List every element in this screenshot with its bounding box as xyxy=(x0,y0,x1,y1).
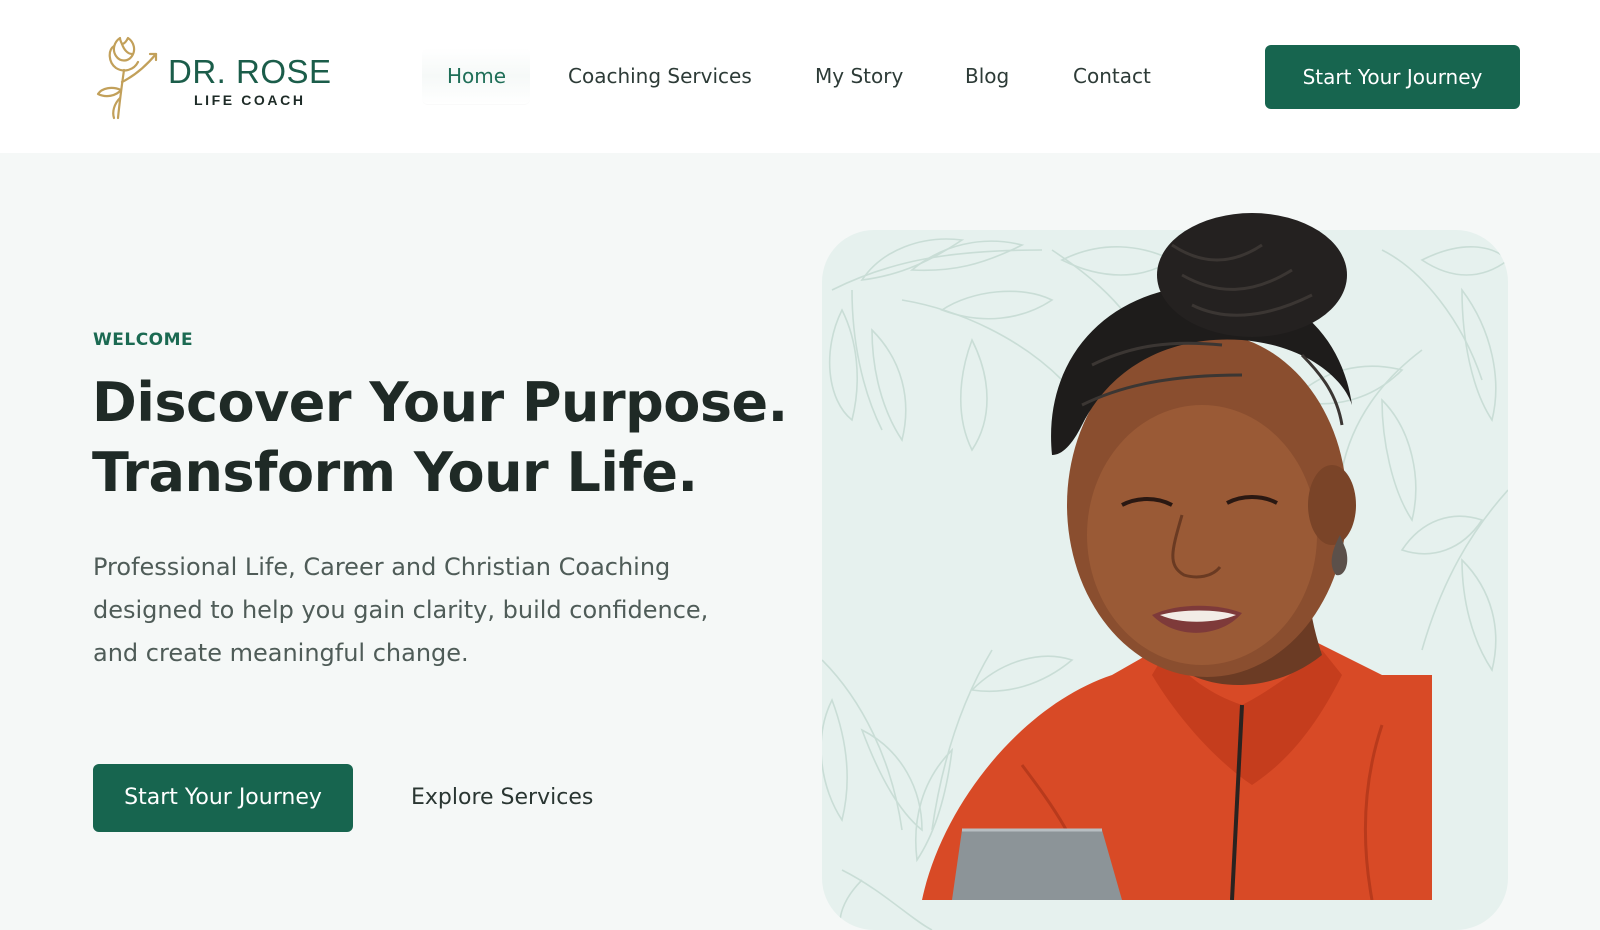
nav-item-my-story[interactable]: My Story xyxy=(815,48,903,104)
hero-headline-line1: Discover Your Purpose. xyxy=(92,371,788,434)
explore-services-link[interactable]: Explore Services xyxy=(411,764,593,832)
portrait-photo xyxy=(922,213,1432,900)
nav-item-coaching-services[interactable]: Coaching Services xyxy=(568,48,752,104)
hero-headline-line2: Transform Your Life. xyxy=(92,441,698,504)
hero-start-journey-button[interactable]: Start Your Journey xyxy=(93,764,353,832)
nav-item-home[interactable]: Home xyxy=(447,48,506,104)
nav-item-contact[interactable]: Contact xyxy=(1073,48,1151,104)
hero-headline: Discover Your Purpose. Transform Your Li… xyxy=(92,368,792,508)
site-header: DR. ROSE LIFE COACH Home Coaching Servic… xyxy=(0,0,1600,153)
hero-eyebrow: WELCOME xyxy=(93,330,194,350)
main-nav: Home Coaching Services My Story Blog Con… xyxy=(0,48,1200,104)
hero-description: Professional Life, Career and Christian … xyxy=(93,553,709,667)
nav-item-blog[interactable]: Blog xyxy=(965,48,1009,104)
header-start-journey-button[interactable]: Start Your Journey xyxy=(1265,45,1520,109)
